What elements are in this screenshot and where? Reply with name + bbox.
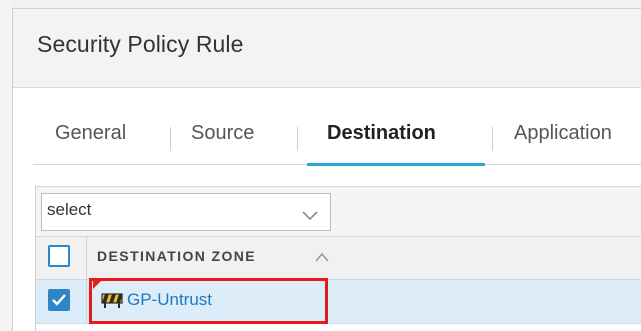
highlight-annotation <box>89 278 328 324</box>
column-divider <box>86 280 87 323</box>
tab-destination-label: Destination <box>327 122 436 144</box>
destination-zone-column-header[interactable]: DESTINATION ZONE <box>97 248 256 264</box>
background-strip <box>0 0 641 8</box>
dialog-title: Security Policy Rule <box>37 31 244 57</box>
table-row[interactable]: GP-Untrust <box>36 278 641 324</box>
tab-separator <box>492 127 493 151</box>
tab-general[interactable]: General <box>55 115 126 165</box>
tab-source[interactable]: Source <box>191 115 254 165</box>
filter-toolbar: select <box>36 186 641 236</box>
background-left-edge <box>0 0 12 331</box>
destination-zone-grid: select DESTINATION ZONE GP-Untrust <box>35 186 641 331</box>
table-header-row: DESTINATION ZONE <box>36 236 641 280</box>
security-policy-rule-dialog: Security Policy Rule General Source Dest… <box>12 8 641 331</box>
dialog-header: Security Policy Rule <box>13 9 641 88</box>
sort-ascending-icon[interactable] <box>315 249 329 267</box>
column-divider <box>86 237 87 280</box>
tab-separator <box>297 127 298 151</box>
row-checkbox[interactable] <box>48 289 70 311</box>
tab-separator <box>170 127 171 151</box>
select-all-checkbox[interactable] <box>48 245 70 267</box>
tab-destination[interactable]: Destination <box>307 115 485 166</box>
checkmark-icon <box>52 294 66 306</box>
chevron-down-icon <box>302 208 318 226</box>
zone-select-dropdown[interactable]: select <box>41 193 331 231</box>
tab-bar: General Source Destination Application <box>33 115 641 166</box>
active-tab-indicator <box>307 163 485 166</box>
tab-application[interactable]: Application <box>514 115 612 165</box>
zone-select-value: select <box>47 200 92 219</box>
